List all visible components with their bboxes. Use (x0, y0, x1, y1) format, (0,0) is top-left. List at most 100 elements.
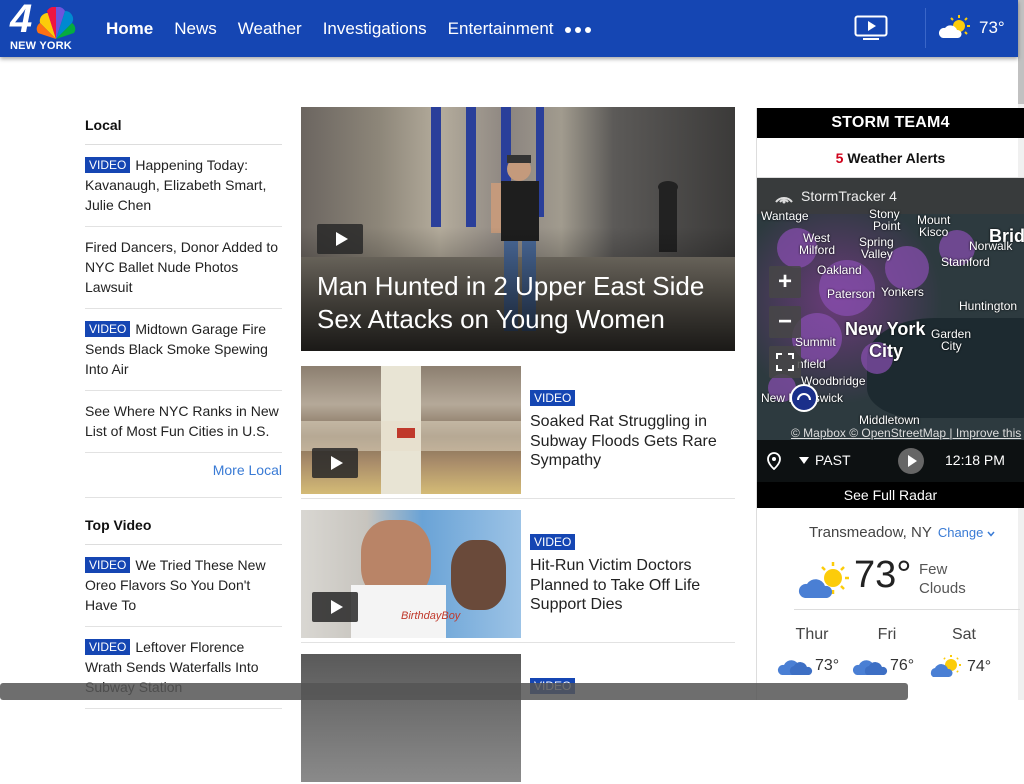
forecast-day-name: Fri (877, 626, 897, 643)
forecast-day: Thur 73° (777, 626, 847, 675)
video-badge: VIDEO (85, 321, 131, 337)
hero-headline[interactable]: Man Hunted in 2 Upper East Side Sex Atta… (317, 270, 727, 336)
story-card[interactable]: VIDEO Soaked Rat Struggling in Subway Fl… (301, 366, 735, 499)
video-badge: VIDEO (85, 639, 131, 655)
storm-team-title: STORM TEAM4 (831, 114, 950, 131)
more-dots-icon[interactable] (565, 27, 591, 33)
header-temp: 73° (979, 18, 1005, 37)
map-label: Point (873, 219, 901, 233)
location-marker-icon[interactable] (789, 383, 819, 413)
rat-figure (397, 428, 415, 438)
weather-divider (794, 609, 1020, 610)
nav-news[interactable]: News (174, 18, 217, 40)
weather-alerts-link[interactable]: 5 Weather Alerts (757, 138, 1024, 178)
current-conditions: Few Clouds (919, 561, 966, 597)
map-label: Valley (861, 247, 893, 261)
story-card[interactable]: VIDEO (301, 654, 735, 784)
alerts-label: Weather Alerts (847, 150, 946, 166)
location-name: Transmeadow, NY (809, 524, 932, 541)
local-story[interactable]: VIDEO Midtown Garage Fire Sends Black Smo… (85, 309, 282, 391)
local-story[interactable]: Fired Dancers, Donor Added to NYC Ballet… (85, 227, 282, 309)
stormtracker-label: StormTracker 4 (801, 188, 897, 204)
tv-play-icon[interactable] (854, 15, 888, 41)
video-badge: VIDEO (530, 390, 576, 406)
map-label: Oakland (817, 263, 862, 277)
current-temp: 73° (854, 554, 912, 596)
card-text: VIDEO Hit-Run Victim Doctors Planned to … (530, 534, 730, 615)
map-label: Norwalk (969, 239, 1013, 253)
map-label: nfield (797, 357, 826, 371)
pin-icon[interactable] (767, 452, 781, 470)
map-label: Kisco (919, 225, 949, 239)
card-divider (301, 498, 735, 499)
horizontal-scrollbar[interactable] (0, 683, 908, 700)
logo-city: NEW YORK (10, 40, 72, 52)
map-label: City (941, 339, 962, 353)
see-full-radar-link[interactable]: See Full Radar (757, 482, 1024, 508)
top-video-story[interactable]: VIDEO We Tried These New Oreo Flavors So … (85, 545, 282, 627)
nav-weather[interactable]: Weather (238, 18, 302, 40)
header-divider (925, 8, 926, 48)
story-text: Fired Dancers, Donor Added to NYC Ballet… (85, 239, 278, 295)
video-badge: VIDEO (530, 534, 576, 550)
card-play-button[interactable] (312, 448, 358, 478)
main-nav: Home News Weather Investigations Enterta… (106, 18, 554, 40)
map-label: Paterson (827, 287, 876, 301)
radar-waves-icon (775, 197, 793, 204)
nav-investigations[interactable]: Investigations (323, 18, 427, 40)
past-label[interactable]: PAST (815, 452, 851, 468)
fullscreen-button[interactable] (769, 346, 801, 378)
change-location-link[interactable]: Change (938, 525, 995, 540)
map-attribution[interactable]: © Mapbox © OpenStreetMap | Improve this (791, 426, 1021, 440)
map-label: Huntington (959, 299, 1018, 313)
more-local-link[interactable]: More Local (85, 453, 282, 498)
left-column: Local VIDEO Happening Today: Kavanaugh, E… (85, 108, 282, 709)
forecast-temp: 73° (815, 657, 840, 674)
forecast-temp: 76° (890, 657, 915, 674)
card-play-button[interactable] (312, 592, 358, 622)
storm-team-header[interactable]: STORM TEAM4 (757, 108, 1024, 138)
card-thumbnail (301, 654, 521, 782)
card-title[interactable]: Hit-Run Victim Doctors Planned to Take O… (530, 556, 730, 615)
nav-home[interactable]: Home (106, 18, 153, 40)
weather-location: Transmeadow, NY Change (809, 524, 995, 541)
chevron-down-icon[interactable] (799, 457, 809, 465)
top-video-section-title: Top Video (85, 498, 282, 545)
partly-cloudy-icon (938, 15, 970, 38)
story-text: See Where NYC Ranks in New List of Most … (85, 403, 279, 439)
zoom-in-button[interactable]: + (769, 266, 801, 298)
chevron-down-icon (987, 531, 995, 537)
cloudy-icon (852, 660, 888, 675)
hero-play-button[interactable] (317, 224, 363, 254)
story-card[interactable]: BirthdayBoy VIDEO Hit-Run Victim Doctors… (301, 510, 735, 643)
map-label: Yonkers (881, 285, 924, 299)
forecast-day-name: Sat (951, 626, 976, 643)
radar-play-button[interactable] (898, 448, 924, 474)
local-story[interactable]: See Where NYC Ranks in New List of Most … (85, 391, 282, 453)
card-text: VIDEO Soaked Rat Struggling in Subway Fl… (530, 390, 730, 471)
forecast-day-name: Thur (795, 626, 829, 643)
forecast-day: Fri 76° (852, 626, 922, 675)
header-weather[interactable]: 73° (937, 14, 1005, 42)
hero-story[interactable]: Man Hunted in 2 Upper East Side Sex Atta… (301, 107, 735, 351)
right-column: STORM TEAM4 5 Weather Alerts StormTracke… (756, 108, 1024, 700)
top-navigation-bar: 4 NEW YORK Home News Weather Investigati… (0, 0, 1018, 57)
nav-entertainment[interactable]: Entertainment (448, 18, 554, 40)
cake-text: BirthdayBoy (401, 610, 461, 622)
cloudy-icon (777, 660, 813, 675)
card-title[interactable]: Soaked Rat Struggling in Subway Floods G… (530, 412, 730, 471)
local-story[interactable]: VIDEO Happening Today: Kavanaugh, Elizabe… (85, 145, 282, 227)
card-thumbnail (301, 366, 521, 494)
alerts-count: 5 (835, 150, 844, 166)
zoom-out-button[interactable]: − (769, 306, 801, 338)
map-label: New York (845, 319, 926, 339)
radar-map[interactable]: StormTracker 4 Wantage Stony Point Mount… (757, 178, 1024, 482)
partly-cloudy-icon (930, 655, 961, 677)
video-badge: VIDEO (85, 157, 131, 173)
map-label: City (869, 341, 904, 361)
map-label: Stamford (941, 255, 990, 269)
logo-number: 4 (10, 0, 32, 41)
map-label: Summit (795, 335, 836, 349)
nbc4-new-york-logo[interactable]: 4 NEW YORK (10, 0, 80, 53)
partly-cloudy-icon (798, 562, 849, 598)
